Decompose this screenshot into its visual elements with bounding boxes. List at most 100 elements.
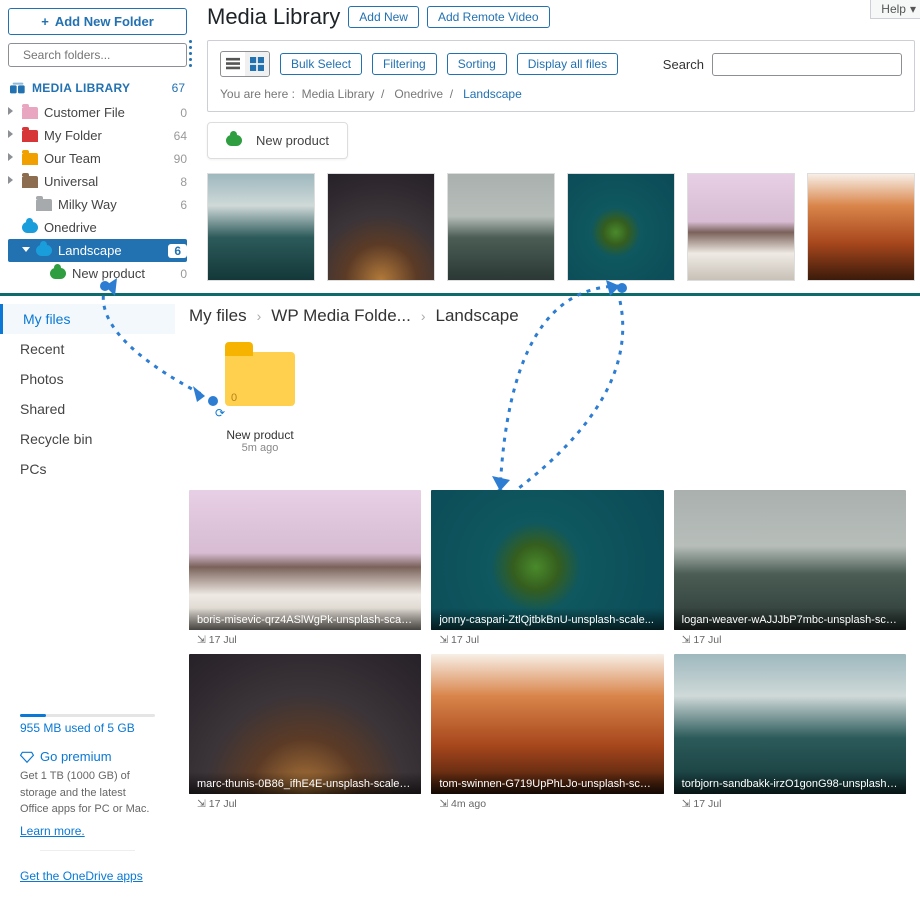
sidebar-item-onedrive[interactable]: Onedrive xyxy=(8,216,187,239)
page-title: Media Library xyxy=(207,4,340,30)
search-label: Search xyxy=(663,57,704,72)
divider xyxy=(40,850,135,851)
get-apps-link[interactable]: Get the OneDrive apps xyxy=(20,869,143,883)
add-folder-button[interactable]: + Add New Folder xyxy=(8,8,187,35)
sorting-button[interactable]: Sorting xyxy=(447,53,507,75)
add-new-button[interactable]: Add New xyxy=(348,6,419,28)
caret-right-icon xyxy=(8,130,13,138)
display-all-button[interactable]: Display all files xyxy=(517,53,618,75)
library-icon xyxy=(10,82,26,94)
new-folder-time: 5m ago xyxy=(215,442,305,454)
newproduct-count: 0 xyxy=(174,267,187,281)
list-view-icon[interactable] xyxy=(221,52,245,76)
share-icon: ⇲ xyxy=(197,634,206,646)
media-thumbnail[interactable] xyxy=(207,173,315,281)
od-nav-item[interactable]: Photos xyxy=(0,364,175,394)
folder-icon: 0 ⟳ xyxy=(225,352,295,406)
folder-icon xyxy=(22,153,38,165)
file-tile[interactable]: torbjorn-sandbakk-irzO1gonG98-unsplash-s… xyxy=(674,654,906,794)
help-dropdown[interactable]: Help ▾ xyxy=(870,0,920,19)
folder-name: Milky Way xyxy=(58,197,174,212)
root-count: 67 xyxy=(172,81,185,95)
media-search-input[interactable] xyxy=(712,53,902,76)
storage-bar xyxy=(20,714,155,717)
premium-label: Go premium xyxy=(40,749,112,764)
learn-more-link[interactable]: Learn more. xyxy=(20,824,85,838)
file-tile[interactable]: jonny-caspari-ZtlQjtbkBnU-unsplash-scale… xyxy=(431,490,663,630)
sidebar-item-folder[interactable]: Our Team 90 xyxy=(8,147,187,170)
sidebar-item-newproduct[interactable]: New product 0 xyxy=(8,262,187,285)
resize-handle[interactable] xyxy=(189,40,192,67)
folder-count: 0 xyxy=(231,392,237,404)
wp-main: Help ▾ Media Library Add New Add Remote … xyxy=(195,0,920,293)
file-tile[interactable]: boris-misevic-qrz4ASlWgPk-unsplash-scale… xyxy=(189,490,421,630)
share-icon: ⇲ xyxy=(682,634,691,646)
file-meta: ⇲ 17 Jul xyxy=(197,798,237,810)
bulk-select-button[interactable]: Bulk Select xyxy=(280,53,362,75)
new-folder-item[interactable]: 0 ⟳ New product 5m ago xyxy=(215,352,305,454)
od-nav-item[interactable]: Shared xyxy=(0,394,175,424)
cloud-icon xyxy=(226,135,242,146)
file-tile[interactable]: marc-thunis-0B86_ifhE4E-unsplash-scaled-… xyxy=(189,654,421,794)
file-meta: ⇲ 17 Jul xyxy=(682,798,722,810)
add-remote-video-button[interactable]: Add Remote Video xyxy=(427,6,550,28)
folder-count: 64 xyxy=(168,129,187,143)
od-nav-item[interactable]: Recent xyxy=(0,334,175,364)
crumb-onedrive[interactable]: Onedrive xyxy=(394,87,443,101)
wp-sidebar: + Add New Folder MEDIA LIBRARY 67 Custom… xyxy=(0,0,195,293)
file-name: marc-thunis-0B86_ifhE4E-unsplash-scaled-… xyxy=(189,772,421,794)
media-thumbnail[interactable] xyxy=(447,173,555,281)
search-folders-field[interactable] xyxy=(23,48,178,62)
od-crumb-myfiles[interactable]: My files xyxy=(189,306,247,326)
media-thumbnail[interactable] xyxy=(327,173,435,281)
od-nav-item[interactable]: Recycle bin xyxy=(0,424,175,454)
landscape-count: 6 xyxy=(168,244,187,258)
crumb-media-library[interactable]: Media Library xyxy=(302,87,375,101)
file-name: torbjorn-sandbakk-irzO1gonG98-unsplash-s… xyxy=(674,772,906,794)
od-nav-item[interactable]: My files xyxy=(0,304,175,334)
od-crumb-landscape: Landscape xyxy=(436,306,519,326)
onedrive-label: Onedrive xyxy=(44,220,187,235)
media-thumbnail[interactable] xyxy=(807,173,915,281)
folder-icon xyxy=(22,130,38,142)
sidebar-item-landscape[interactable]: Landscape 6 xyxy=(8,239,187,262)
share-icon: ⇲ xyxy=(439,634,448,646)
od-crumb-wpf[interactable]: WP Media Folde... xyxy=(271,306,411,326)
grid-view-icon[interactable] xyxy=(245,52,269,76)
view-toggle[interactable] xyxy=(220,51,270,77)
premium-desc: Get 1 TB (1000 GB) of storage and the la… xyxy=(20,768,155,818)
cloud-icon xyxy=(50,268,66,279)
file-meta: ⇲ 17 Jul xyxy=(439,634,479,646)
media-library-root[interactable]: MEDIA LIBRARY 67 xyxy=(8,77,187,99)
diamond-icon xyxy=(20,750,34,764)
od-nav-item[interactable]: PCs xyxy=(0,454,175,484)
file-grid: marc-thunis-0B86_ifhE4E-unsplash-scaled-… xyxy=(189,654,906,794)
onedrive-nav: My filesRecentPhotosSharedRecycle binPCs xyxy=(0,304,175,484)
caret-right-icon xyxy=(8,153,13,161)
folder-icon xyxy=(22,107,38,119)
newproduct-label: New product xyxy=(72,266,174,281)
go-premium-link[interactable]: Go premium xyxy=(20,749,155,764)
folder-count: 6 xyxy=(174,198,187,212)
sidebar-item-folder[interactable]: Customer File 0 xyxy=(8,101,187,124)
media-thumbnail[interactable] xyxy=(687,173,795,281)
folder-name: Universal xyxy=(44,174,174,189)
sync-icon: ⟳ xyxy=(215,406,225,420)
file-tile[interactable]: logan-weaver-wAJJJbP7mbc-unsplash-scaled… xyxy=(674,490,906,630)
sidebar-item-folder[interactable]: My Folder 64 xyxy=(8,124,187,147)
thumbnail-row xyxy=(207,173,915,281)
folder-chip-newproduct[interactable]: New product xyxy=(207,122,348,159)
share-icon: ⇲ xyxy=(197,798,206,810)
file-tile[interactable]: tom-swinnen-G719UpPhLJo-unsplash-scaled-… xyxy=(431,654,663,794)
caret-right-icon xyxy=(8,176,13,184)
search-folders-input[interactable] xyxy=(8,43,187,67)
file-name: tom-swinnen-G719UpPhLJo-unsplash-scaled-… xyxy=(431,772,663,794)
onedrive-main: My files › WP Media Folde... › Landscape… xyxy=(175,296,920,903)
sidebar-item-folder[interactable]: Universal 8 xyxy=(8,170,187,193)
root-label: MEDIA LIBRARY xyxy=(32,81,130,95)
filtering-button[interactable]: Filtering xyxy=(372,53,437,75)
onedrive-sidebar: My filesRecentPhotosSharedRecycle binPCs… xyxy=(0,296,175,903)
media-thumbnail[interactable] xyxy=(567,173,675,281)
sidebar-item-folder[interactable]: Milky Way 6 xyxy=(8,193,187,216)
folder-name: My Folder xyxy=(44,128,168,143)
